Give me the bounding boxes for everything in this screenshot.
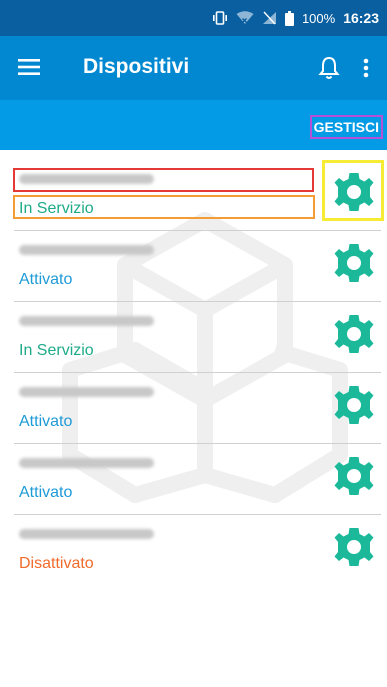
device-status: Attivato [19, 484, 73, 501]
device-name-blurred [19, 316, 154, 326]
manage-button[interactable]: GESTISCI [309, 115, 383, 139]
hamburger-menu-icon[interactable] [18, 56, 42, 78]
highlight-device-status [13, 195, 315, 219]
device-status: Disattivato [19, 555, 94, 572]
device-list-item[interactable]: In Servizio [0, 302, 387, 373]
status-bar: 100% 16:23 [0, 0, 387, 36]
action-bar: GESTISCI [0, 100, 387, 150]
overflow-menu-icon[interactable] [360, 56, 372, 80]
device-status: In Servizio [19, 342, 94, 359]
highlight-gear-button [322, 160, 384, 221]
gear-icon[interactable] [333, 384, 375, 426]
wifi-icon [236, 11, 254, 25]
clock: 16:23 [343, 10, 379, 26]
device-list-item[interactable]: Attivato [0, 444, 387, 515]
gear-icon[interactable] [333, 455, 375, 497]
page-title: Dispositivi [83, 55, 190, 78]
battery-icon [284, 10, 294, 26]
no-signal-icon [262, 11, 277, 25]
device-list-item[interactable]: Attivato [0, 231, 387, 302]
device-name-blurred [19, 245, 154, 255]
highlight-device-name [13, 168, 314, 192]
vibrate-icon [212, 11, 228, 25]
bell-icon[interactable] [317, 55, 341, 81]
device-status: Attivato [19, 413, 73, 430]
device-list: In Servizio Attivato In Servizio Attivat… [0, 160, 387, 586]
gear-icon[interactable] [333, 313, 375, 355]
battery-percentage: 100% [301, 10, 336, 26]
gear-icon[interactable] [333, 242, 375, 284]
app-bar: Dispositivi [0, 36, 387, 100]
device-name-blurred [19, 458, 154, 468]
device-status: Attivato [19, 271, 73, 288]
device-list-item[interactable]: Disattivato [0, 515, 387, 586]
gear-icon[interactable] [333, 526, 375, 568]
device-name-blurred [19, 529, 154, 539]
device-list-item[interactable]: Attivato [0, 373, 387, 444]
device-name-blurred [19, 387, 154, 397]
